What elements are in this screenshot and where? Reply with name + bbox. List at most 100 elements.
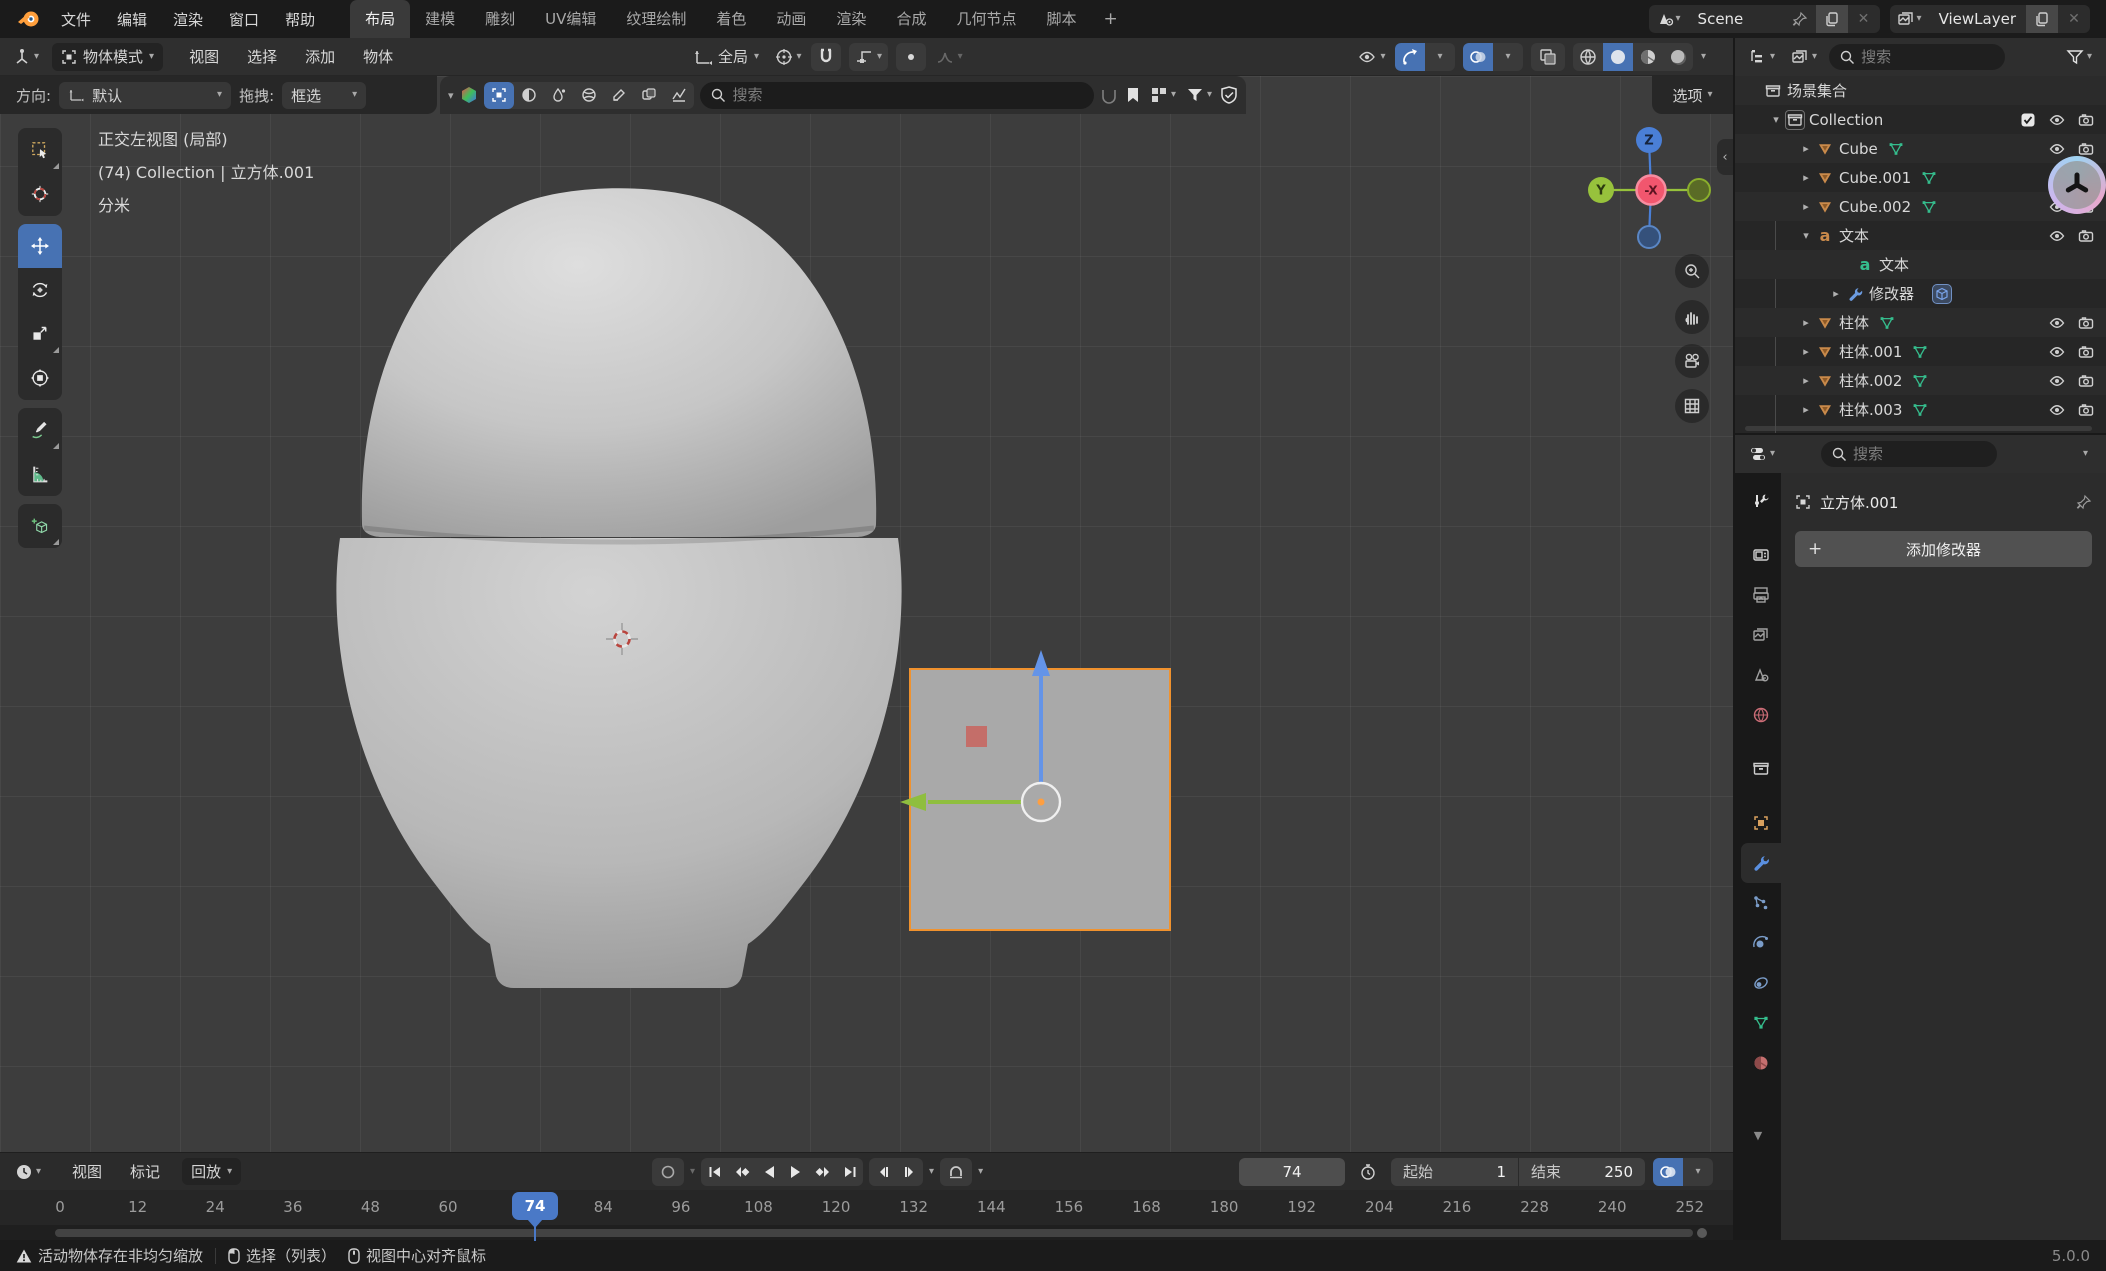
workspace-tab[interactable]: 布局	[350, 0, 410, 38]
outliner-row-collection[interactable]: ▾ Collection	[1735, 105, 2106, 134]
chevron-right-icon[interactable]: ▸	[1797, 171, 1815, 184]
topbar-menu-item[interactable]: 窗口	[216, 9, 272, 30]
play-button[interactable]	[782, 1158, 809, 1186]
properties-search-input[interactable]	[1853, 445, 1987, 463]
next-keyframe-button[interactable]	[809, 1158, 836, 1186]
workspace-tab[interactable]: 纹理绘制	[611, 0, 701, 38]
sidebar-collapse-arrow[interactable]: ‹	[1717, 139, 1733, 175]
viewport-menu-item[interactable]: 选择	[233, 46, 291, 67]
timeline-editor-type-button[interactable]: ▾	[10, 1160, 46, 1184]
orientation-dropdown[interactable]: 全局 ▾	[688, 43, 765, 71]
properties-editor-type-button[interactable]: ▾	[1745, 442, 1779, 466]
outliner-row-text-data[interactable]: a 文本	[1735, 250, 2106, 279]
hide-eye-toggle[interactable]	[2049, 141, 2065, 157]
topbar-menu-item[interactable]: 渲染	[160, 9, 216, 30]
chevron-right-icon[interactable]: ▸	[1797, 403, 1815, 416]
viewport-3d[interactable]: 方向: 默认 ▾ 拖拽: 框选 ▾ ▾	[0, 76, 1733, 1152]
bookmark-icon[interactable]	[1124, 86, 1142, 104]
filter-dropdown[interactable]: ▾	[1184, 81, 1214, 109]
loop-dropdown[interactable]: ▾	[978, 1167, 983, 1177]
scene-name[interactable]: Scene	[1688, 10, 1784, 28]
render-camera-toggle[interactable]	[2078, 112, 2094, 128]
snap-with-dropdown[interactable]: ▾	[849, 43, 888, 71]
hide-eye-toggle[interactable]	[2049, 228, 2065, 244]
shelf-search-input[interactable]	[733, 86, 1084, 104]
render-camera-toggle[interactable]	[2078, 141, 2094, 157]
overlays-toggle[interactable]	[1463, 43, 1493, 71]
overlays-dropdown[interactable]: ▾	[1493, 43, 1523, 71]
hide-eye-toggle[interactable]	[2049, 373, 2065, 389]
editor-type-button[interactable]: ▾	[8, 45, 44, 69]
proportional-edit-toggle[interactable]	[896, 43, 926, 71]
new-scene-button[interactable]	[1816, 5, 1848, 33]
exclude-checkbox[interactable]	[2020, 112, 2036, 128]
timeline-overlay-dropdown[interactable]: ▾	[1683, 1158, 1713, 1186]
snap-magnet-toggle[interactable]	[811, 43, 841, 71]
preview-range-button[interactable]	[1353, 1158, 1383, 1186]
timeline-menu-item[interactable]: 标记	[116, 1161, 174, 1182]
jump-to-start-button[interactable]	[701, 1158, 728, 1186]
outliner-row-text-object[interactable]: ▾ a 文本	[1735, 221, 2106, 250]
viewport-menu-item[interactable]: 添加	[291, 46, 349, 67]
workspace-tab[interactable]: 几何节点	[941, 0, 1031, 38]
filter-texture-paint-button[interactable]	[604, 82, 634, 109]
shading-dropdown[interactable]: ▾	[1701, 52, 1706, 62]
blender-logo-icon[interactable]	[16, 6, 42, 32]
outliner-row-cylinder-002[interactable]: ▸ 柱体.002	[1735, 366, 2106, 395]
chevron-right-icon[interactable]: ▸	[1797, 142, 1815, 155]
gizmos-toggle[interactable]	[1395, 43, 1425, 71]
cursor-tool[interactable]	[18, 172, 62, 216]
gizmos-dropdown[interactable]: ▾	[1425, 43, 1455, 71]
tab-viewlayer[interactable]	[1741, 615, 1781, 655]
snap-target-button[interactable]: ▾	[773, 43, 803, 71]
tab-object[interactable]	[1741, 803, 1781, 843]
tab-scene[interactable]	[1741, 655, 1781, 695]
topbar-menu-item[interactable]: 帮助	[272, 9, 328, 30]
outliner-filter-dropdown[interactable]: ▾	[2062, 45, 2096, 69]
tab-material[interactable]	[1741, 1043, 1781, 1083]
tab-collection[interactable]	[1741, 749, 1781, 789]
current-frame-field[interactable]: 74	[1239, 1158, 1345, 1186]
outliner-display-mode-dropdown[interactable]: ▾	[1745, 45, 1779, 69]
render-camera-toggle[interactable]	[2078, 344, 2094, 360]
render-camera-toggle[interactable]	[2078, 315, 2094, 331]
navigation-gizmo[interactable]: Z Y -X	[1575, 116, 1727, 256]
workspace-tab[interactable]: 脚本	[1031, 0, 1091, 38]
outliner-row-modifiers[interactable]: ▸ 修改器	[1735, 279, 2106, 308]
step-forward-button[interactable]	[896, 1158, 923, 1186]
proportional-falloff-dropdown[interactable]: ▾	[934, 43, 964, 71]
axis-z-neg-ball[interactable]	[1638, 226, 1660, 248]
pin-icon[interactable]	[2076, 494, 2092, 510]
outliner-filter-type-dropdown[interactable]: ▾	[1787, 45, 1821, 69]
topbar-menu-item[interactable]: 编辑	[104, 9, 160, 30]
timeline-ruler[interactable]: 0122436486072849610812013214415616818019…	[0, 1190, 1733, 1225]
annotate-tool[interactable]	[18, 408, 62, 452]
visibility-dropdown[interactable]: ▾	[1357, 43, 1387, 71]
viewlayer-name[interactable]: ViewLayer	[1929, 10, 2026, 28]
tab-particles[interactable]	[1741, 883, 1781, 923]
scene-object-mesh[interactable]	[0, 76, 1733, 1152]
mode-dropdown[interactable]: 物体模式 ▾	[52, 43, 163, 71]
pin-scene-button[interactable]	[1784, 5, 1816, 33]
filter-vertex-paint-button[interactable]	[544, 82, 574, 109]
timeline-scrollbar[interactable]	[0, 1225, 1733, 1241]
shelf-collapse-chevron[interactable]: ▾	[448, 90, 454, 101]
tab-render[interactable]	[1741, 535, 1781, 575]
timeline-scrollbar-thumb[interactable]	[55, 1229, 1693, 1237]
chevron-down-icon[interactable]: ▾	[1797, 229, 1815, 242]
outliner-search[interactable]	[1829, 44, 2005, 70]
shield-icon[interactable]	[1220, 86, 1238, 104]
tab-physics[interactable]	[1741, 923, 1781, 963]
shading-solid-button[interactable]	[1603, 43, 1633, 71]
tabs-overflow-chevron[interactable]: ▼	[1754, 1129, 1762, 1142]
chevron-right-icon[interactable]: ▸	[1797, 316, 1815, 329]
hide-eye-toggle[interactable]	[2049, 402, 2065, 418]
filter-object-mode-button[interactable]	[484, 82, 514, 109]
tab-output[interactable]	[1741, 575, 1781, 615]
filter-sculpt-button[interactable]	[514, 82, 544, 109]
add-workspace-button[interactable]: +	[1091, 9, 1129, 29]
shading-wireframe-button[interactable]	[1573, 43, 1603, 71]
chevron-right-icon[interactable]: ▸	[1797, 374, 1815, 387]
frame-step-dropdown[interactable]: ▾	[929, 1167, 934, 1177]
xray-toggle[interactable]	[1531, 43, 1565, 71]
